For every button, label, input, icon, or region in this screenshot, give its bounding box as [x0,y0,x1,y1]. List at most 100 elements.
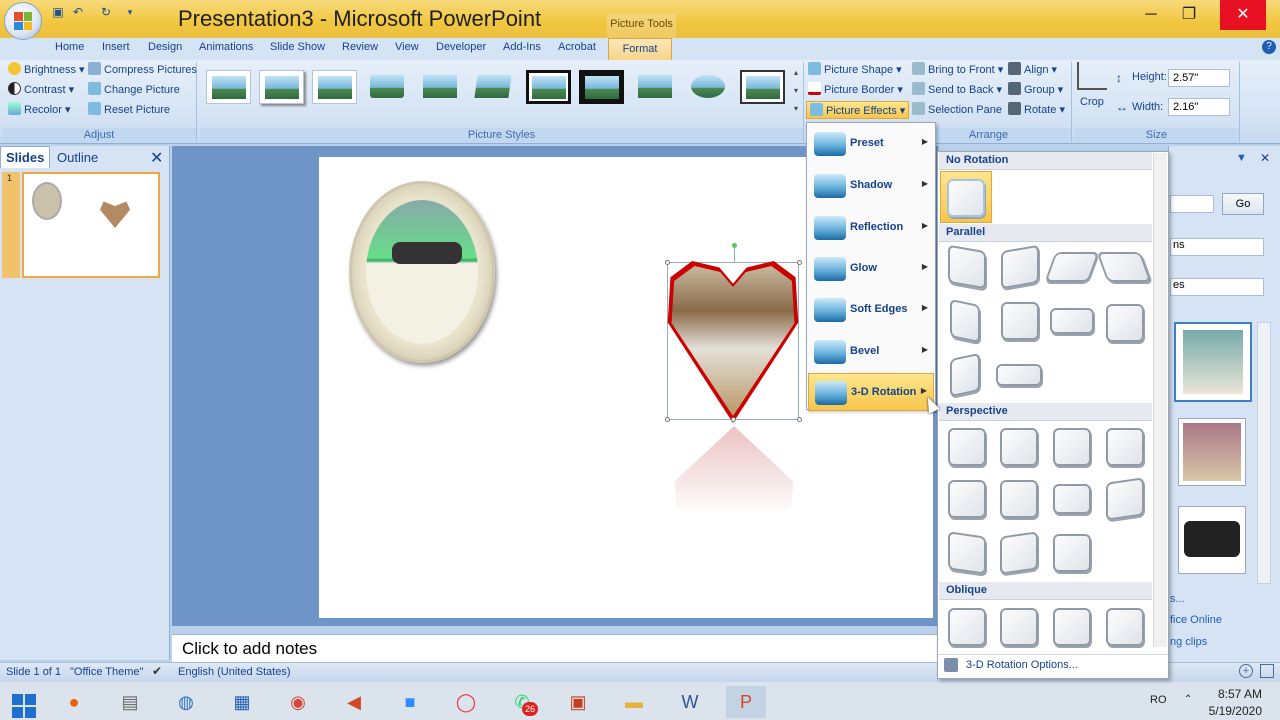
bring-to-front-button[interactable]: Bring to Front ▾ [912,61,1003,79]
send-to-back-button[interactable]: Send to Back ▾ [912,81,1002,99]
powerpoint-icon[interactable]: P [726,686,766,718]
style-thumb-1[interactable] [206,70,251,104]
qat-customize-icon[interactable]: ▾ [122,4,138,20]
tab-design[interactable]: Design [148,41,182,53]
menu-shadow[interactable]: Shadow ▶ [808,167,934,205]
style-thumb-9[interactable] [633,70,678,104]
crop-button[interactable]: Crop [1080,96,1104,108]
tab-outline[interactable]: Outline [52,148,103,167]
style-thumb-10[interactable] [686,70,731,104]
pane-menu-icon[interactable]: ▼ [1236,152,1247,164]
resize-handle[interactable] [665,260,670,265]
tab-insert[interactable]: Insert [102,41,130,53]
picture-shape-button[interactable]: Picture Shape ▾ [808,61,902,79]
rotation-perspective-2[interactable] [1000,428,1038,466]
rotation-parallel-3[interactable] [1044,252,1100,282]
slide-thumbnail-1[interactable] [22,172,160,278]
height-input[interactable]: 2.57" [1168,69,1230,87]
rotation-perspective-5[interactable] [948,480,986,518]
search-in-dropdown[interactable]: ns [1170,238,1264,256]
computer-icon[interactable]: ▤ [110,686,150,718]
tab-home[interactable]: Home [55,41,84,53]
clip-result-3[interactable] [1178,506,1246,574]
style-thumb-6[interactable] [471,70,516,104]
rotation-perspective-7[interactable] [1053,484,1091,514]
style-thumb-11[interactable] [740,70,785,104]
finding-clips-link[interactable]: ng clips [1170,636,1207,648]
recolor-button[interactable]: Recolor ▾ [8,101,70,119]
firefox-icon[interactable]: ● [54,686,94,718]
search-app-icon[interactable]: ◍ [166,686,206,718]
menu-3d-rotation[interactable]: 3-D Rotation ▶ [808,373,934,411]
clip-art-online-link[interactable]: fice Online [1170,614,1222,626]
rotation-perspective-3[interactable] [1053,428,1091,466]
rotation-oblique-2[interactable] [1000,608,1038,646]
clip-result-2[interactable] [1178,418,1246,486]
gallery-scrollbar[interactable] [1153,153,1167,647]
rotation-perspective-4[interactable] [1106,428,1144,466]
rotation-perspective-9[interactable] [948,531,986,575]
help-icon[interactable]: ? [1262,40,1276,54]
windows-start-icon[interactable] [4,686,44,718]
menu-reflection[interactable]: Reflection ▶ [808,209,934,247]
pane-close-icon[interactable]: ✕ [150,148,163,168]
rotation-parallel-9[interactable] [950,352,980,398]
search-input[interactable] [1170,195,1214,213]
rotation-none[interactable] [940,171,992,223]
rotation-perspective-8[interactable] [1106,477,1144,521]
gallery-scroll[interactable]: ▴ ▾ ▾ [790,64,802,120]
rotation-parallel-2[interactable] [1001,244,1039,290]
style-thumb-4[interactable] [365,70,410,104]
rotation-perspective-11[interactable] [1053,534,1091,572]
clock-date[interactable]: 5/19/2020 [1204,704,1262,718]
speaker-app-icon[interactable]: ◀ [334,686,374,718]
optometrist-picture[interactable] [349,181,495,363]
rotate-button[interactable]: Rotate ▾ [1008,101,1065,119]
rotation-oblique-3[interactable] [1053,608,1091,646]
rotation-parallel-8[interactable] [1106,304,1144,342]
tab-animations[interactable]: Animations [199,41,253,53]
results-type-dropdown[interactable]: es [1170,278,1264,296]
style-thumb-3[interactable] [312,70,357,104]
rotation-parallel-6[interactable] [1001,302,1039,340]
tools-app-icon[interactable]: ▦ [222,686,262,718]
selection-pane-button[interactable]: Selection Pane [912,101,1002,119]
zoom-app-icon[interactable]: ■ [390,686,430,718]
notes-field[interactable]: Click to add notes [172,634,938,662]
office-button[interactable] [4,2,42,40]
office-app-icon[interactable]: ▣ [558,686,598,718]
close-button[interactable]: ✕ [1220,0,1266,30]
rotation-perspective-10[interactable] [1000,531,1038,575]
picture-effects-button[interactable]: Picture Effects ▾ [806,101,910,119]
width-input[interactable]: 2.16" [1168,98,1230,116]
group-button[interactable]: Group ▾ [1008,81,1063,99]
rotation-oblique-1[interactable] [948,608,986,646]
pane-close-icon[interactable]: ✕ [1260,151,1270,165]
menu-soft-edges[interactable]: Soft Edges ▶ [808,291,934,329]
3d-rotation-options-link[interactable]: 3-D Rotation Options... [938,654,1168,676]
rotation-perspective-1[interactable] [948,428,986,466]
align-button[interactable]: Align ▾ [1008,61,1057,79]
change-picture-button[interactable]: Change Picture [88,81,180,99]
undo-icon[interactable]: ↶ [70,4,86,20]
tab-slide-show[interactable]: Slide Show [270,41,325,53]
menu-glow[interactable]: Glow ▶ [808,250,934,288]
contrast-button[interactable]: Contrast ▾ [8,81,74,99]
tray-expand-icon[interactable]: ⌃ [1184,694,1192,705]
maximize-button[interactable]: ❐ [1166,0,1212,30]
resize-handle[interactable] [731,417,736,422]
rotation-oblique-4[interactable] [1106,608,1144,646]
style-thumb-5[interactable] [418,70,463,104]
rotation-parallel-10[interactable] [996,364,1042,386]
resize-handle[interactable] [665,417,670,422]
chrome-icon[interactable]: ◉ [278,686,318,718]
tab-view[interactable]: View [395,41,419,53]
rotation-parallel-1[interactable] [948,244,986,290]
resize-handle[interactable] [797,260,802,265]
clip-result-1[interactable] [1174,322,1252,402]
language-status[interactable]: English (United States) [178,666,291,678]
tab-format[interactable]: Format [608,38,672,60]
save-icon[interactable]: ▣ [50,4,66,20]
tab-review[interactable]: Review [342,41,378,53]
rotation-parallel-5[interactable] [950,298,980,344]
